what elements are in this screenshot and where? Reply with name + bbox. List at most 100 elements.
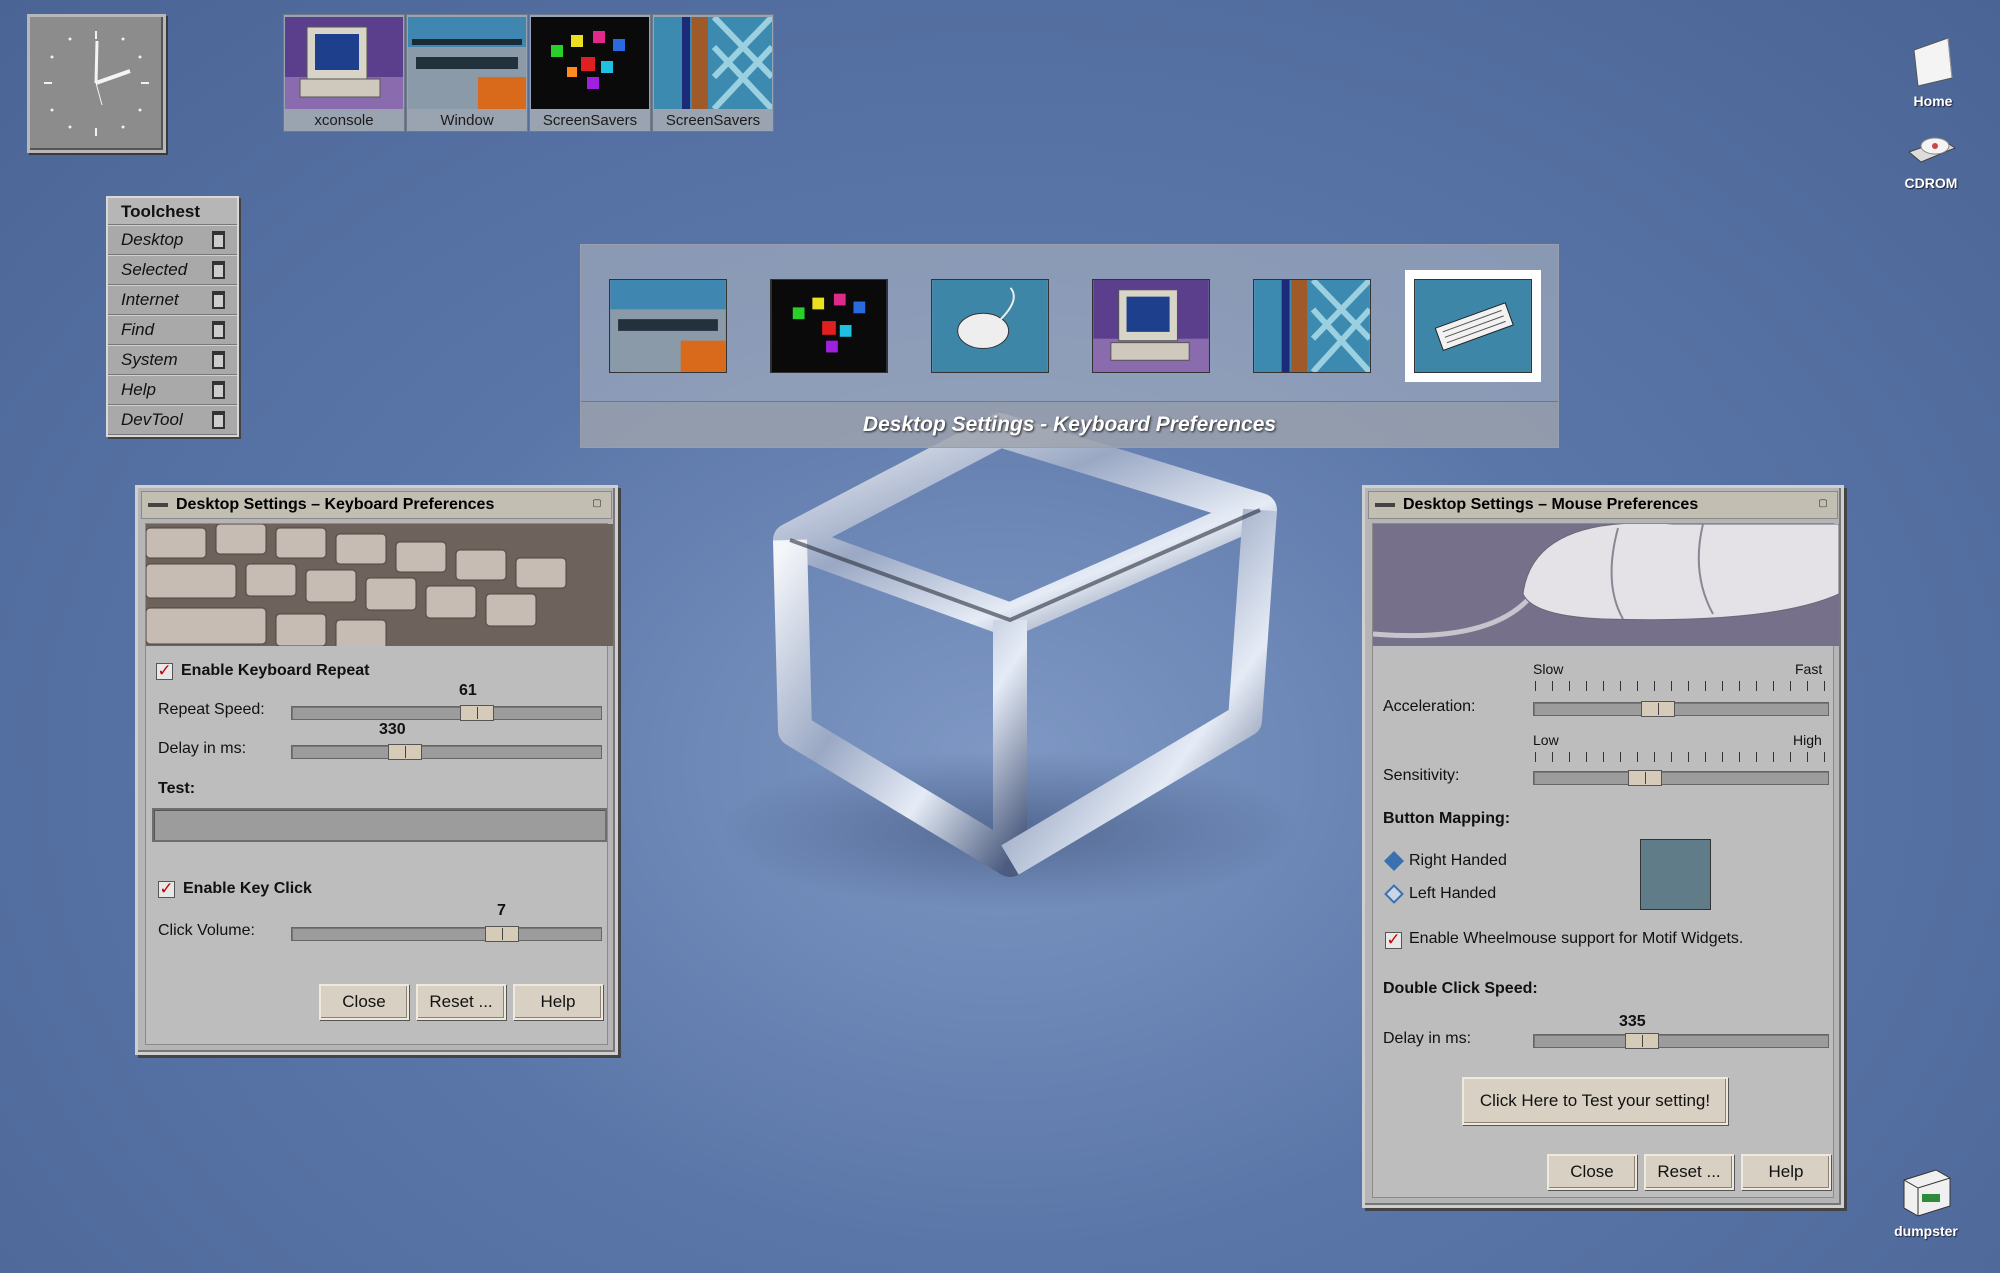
window-titlebar[interactable]: Desktop Settings – Keyboard Preferences … (141, 491, 612, 519)
slider-thumb[interactable] (1628, 770, 1662, 786)
keyboard-preferences-window: Desktop Settings – Keyboard Preferences … (135, 485, 618, 1055)
drawer-icon (212, 411, 225, 429)
toolchest-item-help[interactable]: Help (108, 375, 237, 405)
help-button[interactable]: Help (1741, 1154, 1831, 1190)
window-titlebar[interactable]: Desktop Settings – Mouse Preferences ▢ (1368, 491, 1838, 519)
reset-button[interactable]: Reset ... (1644, 1154, 1734, 1190)
double-click-delay-slider[interactable] (1533, 1033, 1829, 1049)
maximize-icon[interactable]: ▢ (589, 497, 605, 513)
button-mapping-label: Button Mapping: (1383, 810, 1511, 827)
enable-keyboard-repeat-checkbox[interactable]: ✓ (156, 662, 173, 680)
drawer-icon (212, 351, 225, 369)
slow-label: Slow (1533, 661, 1564, 677)
double-click-delay-label: Delay in ms: (1383, 1030, 1472, 1047)
left-handed-label: Left Handed (1409, 885, 1497, 902)
click-volume-value: 7 (497, 902, 506, 919)
drawer-icon (212, 291, 225, 309)
panel-icon-label: ScreenSavers (542, 112, 638, 129)
help-button[interactable]: Help (513, 984, 603, 1020)
click-volume-slider[interactable] (291, 926, 602, 942)
keyboard-photo-icon (146, 524, 613, 646)
computer-monitor-icon[interactable] (1092, 279, 1210, 373)
desktop-icon-home[interactable]: Home (1893, 30, 1973, 109)
toolchest-item-system[interactable]: System (108, 345, 237, 375)
acceleration-slider[interactable] (1533, 701, 1829, 717)
slider-thumb[interactable] (485, 926, 519, 942)
panel-icon-screensavers-1[interactable]: ScreenSavers (529, 14, 651, 132)
close-button[interactable]: Close (1547, 1154, 1637, 1190)
desktop-icon-label: CDROM (1904, 175, 1958, 191)
toolchest-item-devtool[interactable]: DevTool (108, 405, 237, 435)
slider-thumb[interactable] (388, 744, 422, 760)
window-body: Slow Fast Acceleration: Low High Sensiti… (1372, 523, 1839, 1198)
slider-thumb[interactable] (1641, 701, 1675, 717)
right-handed-radio[interactable] (1384, 851, 1404, 871)
panel-icon-xconsole[interactable]: xconsole (283, 14, 405, 132)
toolchest-item-selected[interactable]: Selected (108, 255, 237, 285)
screensaver-weave-icon (654, 17, 772, 109)
mouse-photo-icon (1373, 524, 1839, 646)
repeat-speed-label: Repeat Speed: (158, 701, 265, 718)
screensaver-cubes-icon[interactable] (770, 279, 888, 373)
panel-icon-label: ScreenSavers (665, 112, 761, 129)
toolchest-item-label: Find (121, 320, 155, 339)
maximize-icon[interactable]: ▢ (1815, 497, 1831, 513)
sensitivity-ticks (1535, 752, 1825, 762)
panel-icon-window[interactable]: Window (406, 14, 528, 132)
toolchest-item-label: System (121, 350, 178, 369)
clock-face-icon (44, 31, 149, 136)
window-server-icon[interactable] (609, 279, 727, 373)
mapping-preview-swatch (1640, 839, 1711, 910)
mouse-icon[interactable] (931, 279, 1049, 373)
toolchest-item-label: Desktop (121, 230, 184, 249)
drawer-icon (212, 381, 225, 399)
sensitivity-slider[interactable] (1533, 770, 1829, 786)
window-menu-icon[interactable] (1375, 503, 1395, 507)
window-menu-icon[interactable] (148, 503, 168, 507)
drawer-icon (212, 231, 225, 249)
desktop-icon-label: dumpster (1894, 1223, 1958, 1239)
fast-label: Fast (1795, 661, 1823, 677)
right-handed-label: Right Handed (1409, 852, 1507, 869)
sensitivity-label: Sensitivity: (1383, 767, 1460, 784)
dumpster-icon (1903, 1169, 1951, 1217)
repeat-delay-slider[interactable] (291, 744, 602, 760)
window-body: ✓ Enable Keyboard Repeat Repeat Speed: 6… (145, 523, 613, 1045)
high-label: High (1793, 732, 1822, 748)
test-input[interactable] (152, 808, 607, 842)
desktop-background-cube (720, 413, 1300, 910)
toolchest-item-internet[interactable]: Internet (108, 285, 237, 315)
desks-overview: Desktop Settings - Keyboard Preferences (580, 244, 1559, 448)
close-button[interactable]: Close (319, 984, 409, 1020)
test-label: Test: (158, 780, 196, 797)
desktop-clock[interactable] (27, 14, 166, 153)
window-server-icon (408, 17, 526, 109)
low-label: Low (1533, 732, 1559, 748)
slider-thumb[interactable] (460, 705, 494, 721)
desktop-icon-cdrom[interactable]: CDROM (1891, 122, 1971, 191)
wheelmouse-label: Enable Wheelmouse support for Motif Widg… (1409, 930, 1744, 947)
computer-monitor-icon (285, 17, 403, 109)
screensaver-weave-icon[interactable] (1253, 279, 1371, 373)
repeat-speed-slider[interactable] (291, 705, 602, 721)
mouse-preferences-window: Desktop Settings – Mouse Preferences ▢ S… (1362, 485, 1844, 1208)
repeat-delay-label: Delay in ms: (158, 740, 247, 757)
click-volume-label: Click Volume: (158, 922, 255, 939)
window-title: Desktop Settings – Mouse Preferences (1403, 496, 1699, 513)
drawer-icon (212, 261, 225, 279)
toolchest-item-label: DevTool (121, 410, 183, 429)
slider-thumb[interactable] (1625, 1033, 1659, 1049)
desktop-icon-dumpster[interactable]: dumpster (1886, 1162, 1966, 1239)
panel-icon-screensavers-2[interactable]: ScreenSavers (652, 14, 774, 132)
left-handed-radio[interactable] (1384, 884, 1404, 904)
screensaver-cubes-icon (531, 17, 649, 109)
wheelmouse-checkbox[interactable]: ✓ (1385, 931, 1402, 949)
double-click-delay-value: 335 (1619, 1013, 1646, 1030)
acceleration-label: Acceleration: (1383, 698, 1476, 715)
toolchest-item-find[interactable]: Find (108, 315, 237, 345)
test-double-click-button[interactable]: Click Here to Test your setting! (1462, 1077, 1728, 1125)
enable-key-click-checkbox[interactable]: ✓ (158, 880, 175, 898)
reset-button[interactable]: Reset ... (416, 984, 506, 1020)
toolchest-item-desktop[interactable]: Desktop (108, 225, 237, 255)
keyboard-icon[interactable] (1405, 270, 1541, 382)
